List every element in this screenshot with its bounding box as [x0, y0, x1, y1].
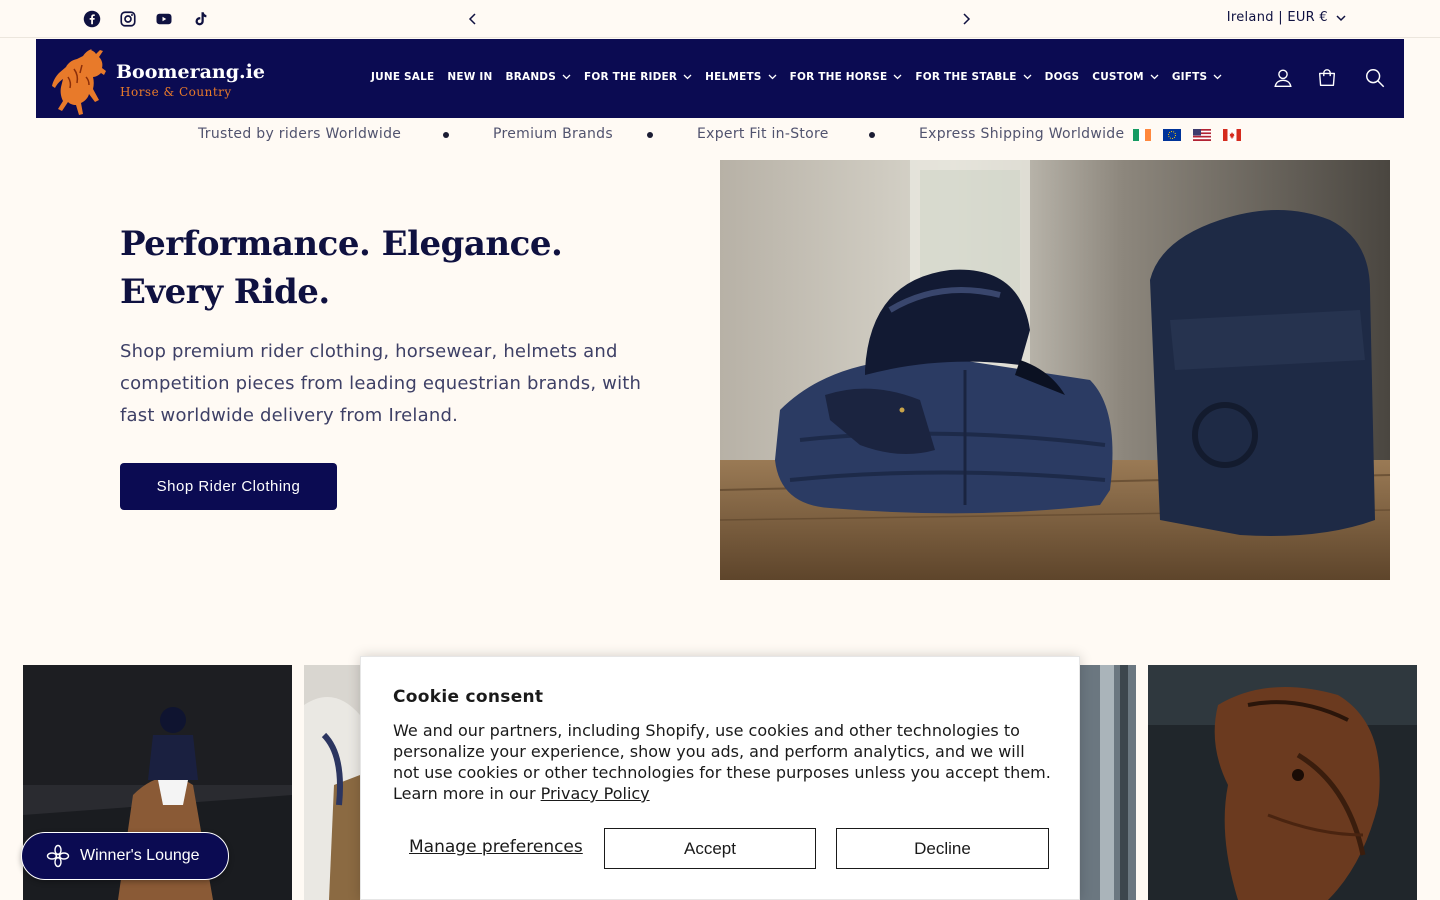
chevron-down-icon: [1336, 14, 1346, 21]
chevron-left-icon: [468, 13, 476, 25]
nav-item-gifts[interactable]: GIFTS: [1172, 71, 1222, 83]
cookie-body-text: We and our partners, including Shopify, …: [393, 721, 1051, 803]
cookie-body: We and our partners, including Shopify, …: [393, 720, 1053, 804]
nav-item-label: NEW IN: [447, 71, 493, 83]
chevron-down-icon: [562, 74, 571, 80]
chevron-down-icon: [1023, 74, 1032, 80]
search-icon[interactable]: [1364, 67, 1386, 89]
manage-preferences-link[interactable]: Manage preferences: [409, 837, 583, 857]
logo-name: Boomerang.ie: [116, 61, 265, 83]
cookie-consent-dialog: Cookie consent We and our partners, incl…: [360, 656, 1080, 900]
usa-flag-icon: [1193, 129, 1211, 141]
separator-dot: [869, 132, 875, 138]
utility-bar: Ireland | EUR €: [0, 0, 1440, 38]
nav-item-june-sale[interactable]: JUNE SALE: [371, 71, 434, 83]
separator-dot: [443, 132, 449, 138]
instagram-icon[interactable]: [119, 10, 137, 28]
account-icon[interactable]: [1272, 67, 1294, 89]
chevron-down-icon: [1213, 74, 1222, 80]
locale-selector[interactable]: Ireland | EUR €: [1227, 10, 1346, 25]
chevron-down-icon: [683, 74, 692, 80]
collection-tile[interactable]: [1080, 665, 1136, 900]
hero-subtitle: Shop premium rider clothing, horsewear, …: [120, 341, 642, 426]
nav-item-label: DOGS: [1044, 71, 1080, 83]
flower-icon: [46, 844, 70, 868]
nav-item-label: FOR THE HORSE: [789, 71, 888, 83]
nav-item-new-in[interactable]: NEW IN: [447, 71, 492, 83]
nav-item-for-the-horse[interactable]: FOR THE HORSE: [790, 71, 903, 83]
cookie-title: Cookie consent: [393, 687, 544, 707]
facebook-icon[interactable]: [83, 10, 101, 28]
chevron-down-icon: [893, 74, 902, 80]
nav-item-label: JUNE SALE: [371, 71, 435, 83]
site-logo[interactable]: Boomerang.ie Horse & Country: [44, 43, 265, 115]
nav-item-custom[interactable]: CUSTOM: [1092, 71, 1159, 83]
hero-title: Performance. Elegance. Every Ride.: [120, 224, 563, 312]
horse-logo-icon: [52, 49, 106, 115]
chevron-down-icon: [768, 74, 777, 80]
trust-item: Premium Brands: [493, 126, 613, 142]
main-header: Boomerang.ie Horse & Country JUNE SALE NE…: [36, 39, 1404, 118]
accept-button[interactable]: Accept: [604, 828, 816, 869]
nav-item-helmets[interactable]: HELMETS: [705, 71, 777, 83]
hero-product-image[interactable]: [720, 160, 1390, 580]
nav-item-for-the-stable[interactable]: FOR THE STABLE: [915, 71, 1032, 83]
winners-lounge-button[interactable]: Winner's Lounge: [21, 832, 229, 880]
ireland-flag-icon: [1133, 129, 1151, 141]
privacy-policy-link[interactable]: Privacy Policy: [541, 784, 650, 803]
tiktok-icon[interactable]: [191, 10, 209, 28]
trust-item: Expert Fit in-Store: [697, 126, 829, 142]
nav-item-label: FOR THE STABLE: [915, 71, 1017, 83]
youtube-icon[interactable]: [155, 10, 173, 28]
announcement-prev-button[interactable]: [465, 10, 481, 28]
canada-flag-icon: [1223, 129, 1241, 141]
separator-dot: [647, 132, 653, 138]
nav-item-for-the-rider[interactable]: FOR THE RIDER: [584, 71, 692, 83]
nav-item-label: GIFTS: [1171, 71, 1208, 83]
trust-item: Trusted by riders Worldwide: [198, 126, 402, 142]
announcement-next-button[interactable]: [958, 10, 974, 28]
winners-lounge-label: Winner's Lounge: [80, 847, 200, 864]
nav-item-label: CUSTOM: [1092, 71, 1144, 83]
chevron-right-icon: [963, 13, 971, 25]
nav-item-brands[interactable]: BRANDS: [506, 71, 571, 83]
collection-tile[interactable]: [304, 665, 360, 900]
main-nav: JUNE SALE NEW IN BRANDS FOR THE RIDER HELMET…: [371, 71, 1235, 83]
nav-item-label: BRANDS: [505, 71, 556, 83]
collection-tile[interactable]: [1148, 665, 1417, 900]
trust-item: Express Shipping Worldwide: [919, 126, 1125, 142]
chevron-down-icon: [1150, 74, 1159, 80]
decline-button[interactable]: Decline: [836, 828, 1049, 869]
eu-flag-icon: [1163, 129, 1181, 141]
locale-label: Ireland | EUR €: [1226, 10, 1328, 25]
nav-item-label: FOR THE RIDER: [583, 71, 678, 83]
shop-rider-clothing-button[interactable]: Shop Rider Clothing: [120, 463, 337, 510]
logo-tagline: Horse & Country: [120, 85, 232, 99]
cart-icon[interactable]: [1316, 67, 1338, 89]
nav-item-label: HELMETS: [705, 71, 762, 83]
nav-item-dogs[interactable]: DOGS: [1045, 71, 1080, 83]
